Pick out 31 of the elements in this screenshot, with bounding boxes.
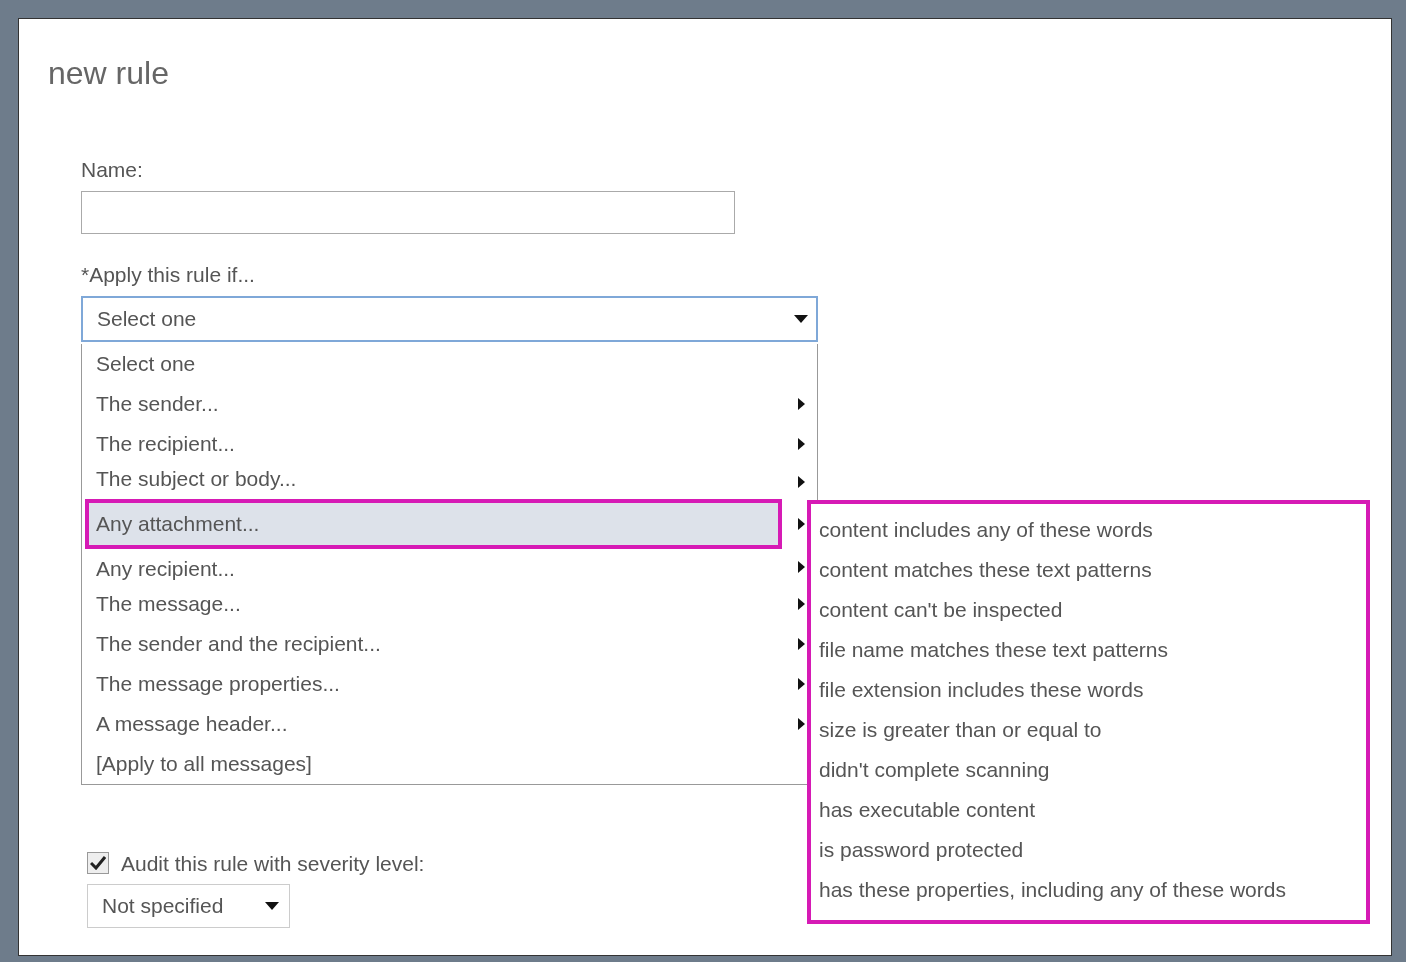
audit-checkbox[interactable] [87, 852, 109, 874]
submenu-option[interactable]: content can't be inspected [811, 590, 1366, 630]
field-label: Name: [81, 159, 143, 180]
field-label: *Apply this rule if... [81, 264, 255, 285]
submenu-option[interactable]: content includes any of these words [811, 510, 1366, 550]
caret-icon [794, 315, 808, 323]
dropdown-option[interactable]: Any recipient... [85, 549, 782, 584]
submenu-option[interactable]: has these properties, including any of these words [811, 870, 1366, 910]
submenu-option[interactable]: file name matches these text patterns [811, 630, 1366, 670]
name-input-field[interactable] [81, 191, 735, 234]
dropdown-option[interactable]: The message... [85, 584, 782, 624]
submenu-option[interactable]: size is greater than or equal to [811, 710, 1366, 750]
dropdown-option[interactable]: Select one [85, 344, 782, 384]
submenu-option[interactable]: is password protected [811, 830, 1366, 870]
dropdown-option[interactable]: The recipient... [85, 424, 782, 464]
condition-dropdown[interactable]: Select one [81, 296, 818, 342]
dropdown-option[interactable]: The message properties... [85, 664, 782, 704]
caret-icon [265, 902, 279, 910]
submenu-option[interactable]: didn't complete scanning [811, 750, 1366, 790]
submenu-option[interactable]: content matches these text patterns [811, 550, 1366, 590]
dialog-title: new rule [48, 57, 170, 89]
dropdown-option[interactable]: The sender and the recipient... [85, 624, 782, 664]
submenu-option[interactable]: has executable content [811, 790, 1366, 830]
dropdown-option[interactable]: [Apply to all messages] [85, 744, 782, 784]
dropdown-option[interactable]: The subject or body... [85, 464, 782, 499]
audit-label: Audit this rule with severity level: [121, 852, 425, 874]
submenu-option[interactable]: file extension includes these words [811, 670, 1366, 710]
severity-dropdown[interactable]: Not specified [87, 884, 290, 928]
dropdown-option[interactable]: Any attachment... [85, 499, 782, 549]
dropdown-option[interactable]: A message header... [85, 704, 782, 744]
dropdown-option[interactable]: The sender... [85, 384, 782, 424]
